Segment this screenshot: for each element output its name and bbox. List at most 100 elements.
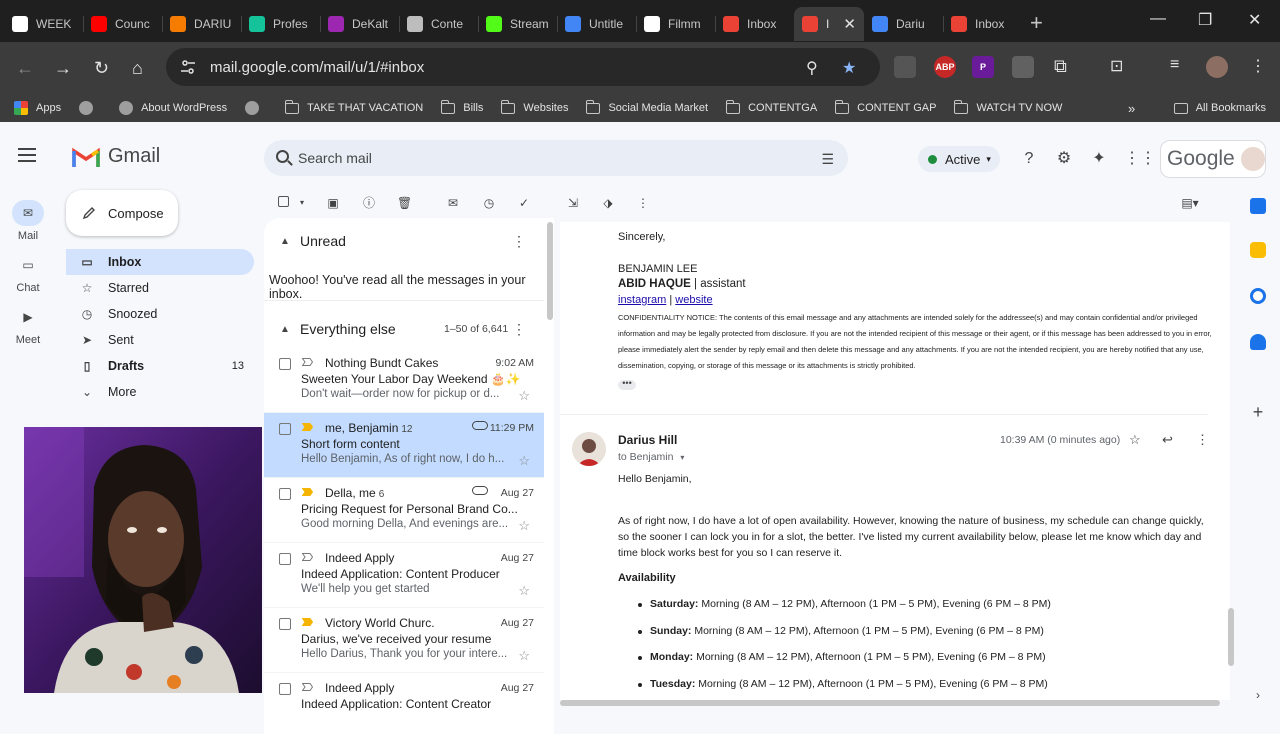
bookmark-item[interactable]: Websites: [500, 99, 568, 114]
row-checkbox[interactable]: [279, 488, 291, 500]
bookmark-item[interactable]: CONTENT GAP: [834, 99, 936, 114]
home-icon[interactable]: ⌂: [132, 58, 143, 79]
calendar-icon[interactable]: [1250, 198, 1266, 214]
collapse-chevron-icon[interactable]: ▲: [280, 324, 290, 335]
horizontal-scrollbar[interactable]: [560, 700, 1220, 706]
message-row[interactable]: me, Benjamin 12 11:29 PM Short form content…: [264, 413, 544, 478]
browser-tab[interactable]: Filmm: [636, 7, 715, 41]
row-checkbox[interactable]: [279, 683, 291, 695]
star-icon[interactable]: ☆: [518, 518, 530, 534]
browser-tab[interactable]: DARIU: [162, 7, 241, 41]
row-checkbox[interactable]: [279, 423, 291, 435]
site-settings-icon[interactable]: [180, 59, 196, 75]
report-spam-icon[interactable]: ⓘ: [362, 196, 376, 210]
close-tab-icon[interactable]: ✕: [843, 15, 856, 33]
browser-tab[interactable]: Counc: [83, 7, 162, 41]
gmail-logo[interactable]: Gmail: [72, 145, 160, 168]
bookmark-item[interactable]: Apps: [14, 101, 61, 115]
message-row[interactable]: Victory World Churc. Aug 27 Darius, we've …: [264, 608, 544, 673]
bookmark-item[interactable]: About WordPress: [119, 101, 227, 115]
bookmark-item[interactable]: WATCH TV NOW: [953, 99, 1062, 114]
nav-item-drafts[interactable]: ▯ Drafts 13: [66, 353, 254, 379]
select-dropdown-chevron-icon[interactable]: ▾: [295, 196, 309, 210]
browser-tab[interactable]: Stream: [478, 7, 557, 41]
bookmark-item[interactable]: [79, 101, 101, 115]
nav-item-starred[interactable]: ☆ Starred: [66, 275, 254, 301]
importance-marker-icon[interactable]: [302, 488, 313, 496]
website-link[interactable]: website: [675, 294, 712, 306]
message-more-icon[interactable]: ⋮: [1196, 432, 1209, 448]
search-icon[interactable]: [276, 150, 289, 163]
bookmark-item[interactable]: Bills: [440, 99, 483, 114]
reply-icon[interactable]: ↩: [1162, 432, 1173, 448]
close-window-button[interactable]: ✕: [1248, 10, 1261, 30]
bookmark-item[interactable]: TAKE THAT VACATION: [284, 99, 423, 114]
browser-tab[interactable]: Untitle: [557, 7, 636, 41]
label-tag-icon[interactable]: ⬗: [601, 196, 615, 210]
address-bar[interactable]: mail.google.com/mail/u/1/#inbox ⚲ ★: [166, 48, 880, 86]
message-row[interactable]: Della, me 6 Aug 27 Pricing Request for Pers…: [264, 478, 544, 543]
bookmark-item[interactable]: Social Media Market: [585, 99, 708, 114]
zoom-search-icon[interactable]: ⚲: [806, 58, 818, 78]
browser-tab[interactable]: WEEK: [4, 7, 83, 41]
extension-screen-icon[interactable]: [1012, 56, 1034, 78]
settings-gear-icon[interactable]: ⚙: [1055, 150, 1073, 168]
unread-section-header[interactable]: ▲ Unread ⋮: [264, 226, 544, 256]
recipient-details[interactable]: to Benjamin ▾: [618, 451, 684, 463]
message-row[interactable]: Indeed Apply Aug 27 Indeed Application: Co…: [264, 673, 544, 734]
bookmark-item[interactable]: CONTENTGA: [725, 99, 817, 114]
importance-marker-icon[interactable]: [302, 553, 313, 561]
nav-item-sent[interactable]: ➤ Sent: [66, 327, 254, 353]
instagram-link[interactable]: instagram: [618, 294, 666, 306]
main-menu-icon[interactable]: [18, 148, 36, 162]
gemini-sparkle-icon[interactable]: ✦: [1090, 150, 1108, 168]
more-actions-icon[interactable]: ⋮: [636, 196, 650, 210]
nav-item-more[interactable]: ⌄ More: [66, 379, 254, 405]
mark-unread-icon[interactable]: ✉: [446, 196, 460, 210]
status-selector[interactable]: Active ▾: [918, 146, 1000, 172]
extension-cast-icon[interactable]: [894, 56, 916, 78]
show-trimmed-content-button[interactable]: •••: [618, 379, 636, 390]
browser-tab[interactable]: DeKalt: [320, 7, 399, 41]
snooze-clock-icon[interactable]: ◷: [482, 196, 496, 210]
restore-window-button[interactable]: ❐: [1198, 10, 1212, 30]
importance-marker-icon[interactable]: [302, 423, 313, 431]
reading-pane-scrollbar[interactable]: [1228, 608, 1234, 666]
importance-marker-icon[interactable]: [302, 683, 313, 691]
tab-search-icon[interactable]: ⊡: [1110, 56, 1123, 76]
split-pane-toggle-icon[interactable]: ▤▾: [1178, 196, 1202, 210]
extensions-puzzle-icon[interactable]: ⧉: [1054, 56, 1067, 77]
help-icon[interactable]: ?: [1020, 150, 1038, 168]
star-icon[interactable]: ☆: [1129, 432, 1141, 448]
archive-icon[interactable]: ▣: [326, 196, 340, 210]
search-input[interactable]: Search mail ☰: [264, 140, 848, 176]
bookmark-item[interactable]: [245, 101, 267, 115]
collapse-chevron-icon[interactable]: ▲: [280, 236, 290, 247]
star-icon[interactable]: ☆: [518, 583, 530, 599]
importance-marker-icon[interactable]: [302, 358, 313, 366]
message-row[interactable]: Nothing Bundt Cakes 9:02 AM Sweeten Your L…: [264, 348, 544, 413]
google-account-button[interactable]: Google: [1160, 140, 1266, 178]
browser-tab[interactable]: Inbox: [715, 7, 794, 41]
select-all-checkbox[interactable]: [278, 196, 289, 207]
star-icon[interactable]: ☆: [518, 648, 530, 664]
contacts-icon[interactable]: [1250, 334, 1266, 350]
adblock-plus-icon[interactable]: ABP: [934, 56, 956, 78]
profile-avatar[interactable]: [1206, 56, 1228, 78]
tasks-icon[interactable]: [1250, 288, 1266, 304]
new-tab-button[interactable]: +: [1030, 10, 1043, 36]
delete-trash-icon[interactable]: 🗑: [397, 196, 412, 210]
message-list-scrollbar[interactable]: [547, 222, 553, 320]
add-addon-icon[interactable]: +: [1250, 403, 1266, 421]
minimize-window-button[interactable]: —: [1150, 10, 1166, 28]
row-checkbox[interactable]: [279, 553, 291, 565]
section-options-icon[interactable]: ⋮: [512, 321, 526, 338]
forward-button[interactable]: →: [54, 58, 72, 79]
hide-panel-chevron-icon[interactable]: ›: [1250, 688, 1266, 704]
all-bookmarks[interactable]: All Bookmarks: [1173, 102, 1266, 114]
rail-item-mail[interactable]: ✉ Mail: [0, 200, 56, 242]
sender-avatar[interactable]: [572, 432, 606, 466]
row-checkbox[interactable]: [279, 358, 291, 370]
browser-tab[interactable]: Profes: [241, 7, 320, 41]
keep-icon[interactable]: [1250, 242, 1266, 258]
